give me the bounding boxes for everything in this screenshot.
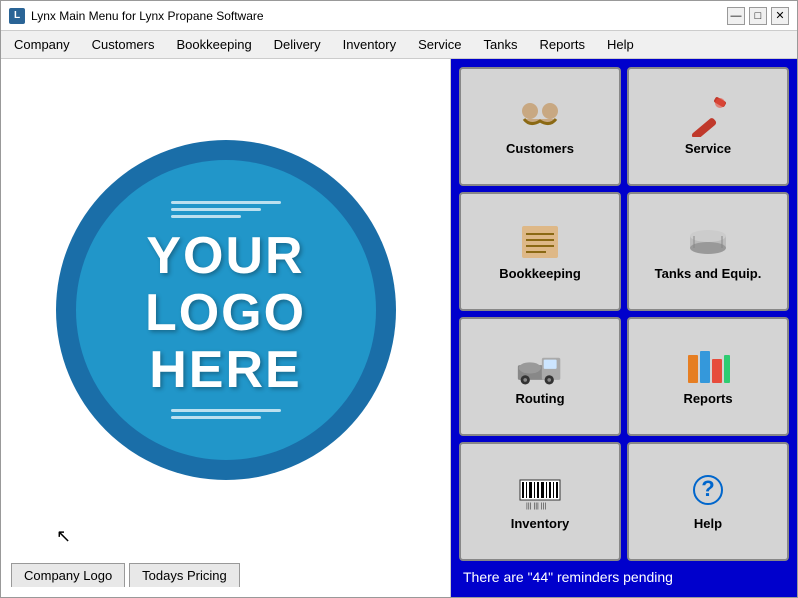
tanks-icon xyxy=(684,222,732,262)
reports-icon xyxy=(684,347,732,387)
grid-btn-tanks[interactable]: Tanks and Equip. xyxy=(627,192,789,311)
menu-bookkeeping[interactable]: Bookkeeping xyxy=(166,32,263,57)
logo-text: YOUR LOGO HERE xyxy=(145,228,306,400)
grid-btn-reports[interactable]: Reports xyxy=(627,317,789,436)
inventory-icon: ||| ||| ||| xyxy=(516,472,564,512)
logo-line-2 xyxy=(171,208,261,211)
help-label: Help xyxy=(694,516,722,531)
logo-circle-inner: YOUR LOGO HERE xyxy=(76,160,376,460)
grid-btn-customers[interactable]: Customers xyxy=(459,67,621,186)
svg-text:?: ? xyxy=(701,476,714,501)
tanks-label: Tanks and Equip. xyxy=(655,266,762,281)
routing-label: Routing xyxy=(515,391,564,406)
help-icon: ? xyxy=(684,472,732,512)
title-bar: L Lynx Main Menu for Lynx Propane Softwa… xyxy=(1,1,797,31)
customers-label: Customers xyxy=(506,141,574,156)
logo-lines-top xyxy=(171,201,281,218)
left-panel: YOUR LOGO HERE ↖ Company Logo T xyxy=(1,59,451,597)
app-icon: L xyxy=(9,8,25,24)
logo-area: YOUR LOGO HERE xyxy=(11,69,440,551)
minimize-button[interactable]: — xyxy=(727,7,745,25)
right-panel: Customers Service xyxy=(451,59,797,597)
logo-line-1 xyxy=(171,201,281,204)
window-title: Lynx Main Menu for Lynx Propane Software xyxy=(31,9,721,23)
grid-btn-service[interactable]: Service xyxy=(627,67,789,186)
grid-btn-inventory[interactable]: ||| ||| ||| Inventory xyxy=(459,442,621,561)
logo-line-3 xyxy=(171,215,241,218)
logo-lines-bottom xyxy=(171,409,281,419)
menu-tanks[interactable]: Tanks xyxy=(472,32,528,57)
bottom-tabs: Company Logo Todays Pricing xyxy=(11,551,440,587)
main-content: YOUR LOGO HERE ↖ Company Logo T xyxy=(1,59,797,597)
routing-icon xyxy=(516,347,564,387)
menu-inventory[interactable]: Inventory xyxy=(332,32,407,57)
company-logo-tab[interactable]: Company Logo xyxy=(11,563,125,587)
logo-line-your: YOUR xyxy=(145,228,306,285)
todays-pricing-tab[interactable]: Todays Pricing xyxy=(129,563,240,587)
menu-reports[interactable]: Reports xyxy=(528,32,596,57)
service-icon xyxy=(684,97,732,137)
reminder-text: There are "44" reminders pending xyxy=(459,561,789,589)
logo-line-logo: LOGO xyxy=(145,285,306,342)
bookkeeping-icon xyxy=(516,222,564,262)
service-label: Service xyxy=(685,141,731,156)
menu-company[interactable]: Company xyxy=(3,32,81,57)
grid-btn-routing[interactable]: Routing xyxy=(459,317,621,436)
menu-service[interactable]: Service xyxy=(407,32,472,57)
logo-circle-outer: YOUR LOGO HERE xyxy=(56,140,396,480)
grid-btn-bookkeeping[interactable]: Bookkeeping xyxy=(459,192,621,311)
logo-line-here: HERE xyxy=(145,342,306,399)
bookkeeping-label: Bookkeeping xyxy=(499,266,581,281)
reports-label: Reports xyxy=(683,391,732,406)
logo-bline-2 xyxy=(171,416,261,419)
window-controls: — □ ✕ xyxy=(727,7,789,25)
menu-customers[interactable]: Customers xyxy=(81,32,166,57)
main-window: L Lynx Main Menu for Lynx Propane Softwa… xyxy=(0,0,798,598)
maximize-button[interactable]: □ xyxy=(749,7,767,25)
logo-bline-1 xyxy=(171,409,281,412)
svg-text:||| ||| |||: ||| ||| ||| xyxy=(526,503,546,510)
close-button[interactable]: ✕ xyxy=(771,7,789,25)
grid-btn-help[interactable]: ? Help xyxy=(627,442,789,561)
menu-bar: Company Customers Bookkeeping Delivery I… xyxy=(1,31,797,59)
inventory-label: Inventory xyxy=(511,516,570,531)
menu-help[interactable]: Help xyxy=(596,32,645,57)
grid-container: Customers Service xyxy=(459,67,789,561)
customers-icon xyxy=(516,97,564,137)
menu-delivery[interactable]: Delivery xyxy=(263,32,332,57)
